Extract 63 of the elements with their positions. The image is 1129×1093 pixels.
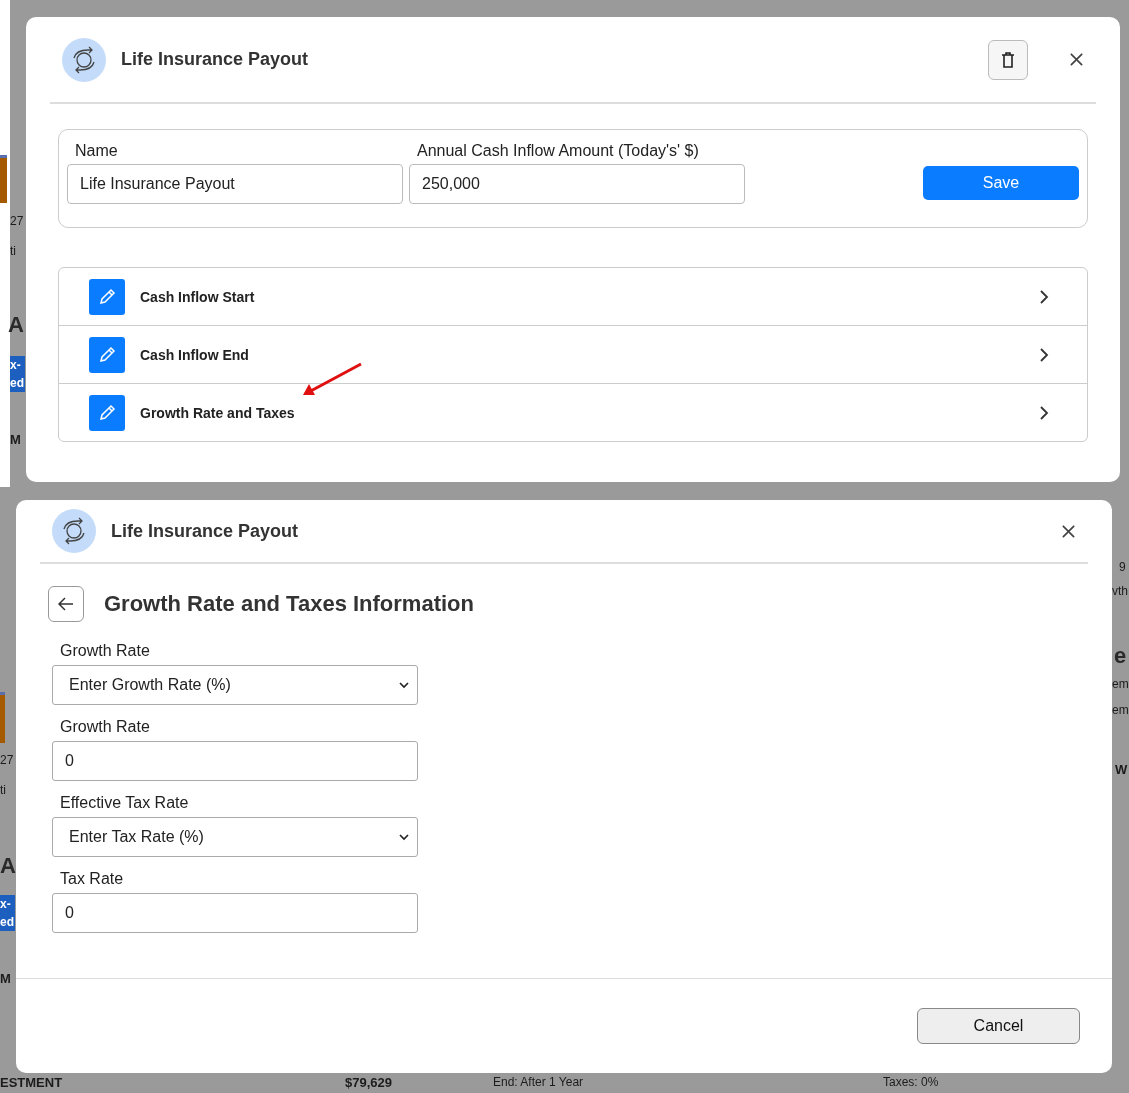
caret-icon <box>399 681 409 689</box>
section-row[interactable]: Cash Inflow End <box>59 326 1087 384</box>
close-icon[interactable] <box>1069 52 1084 67</box>
background-badge: x- ed <box>0 895 15 931</box>
dropdown[interactable]: Enter Growth Rate (%) <box>52 665 418 705</box>
section-heading: Growth Rate and Taxes Information <box>104 591 474 617</box>
trash-icon <box>1000 50 1016 69</box>
section-row[interactable]: Cash Inflow Start <box>59 268 1087 326</box>
input-field[interactable]: 250,000 <box>409 164 745 204</box>
background-text: M <box>10 432 21 447</box>
back-arrow-icon <box>58 597 74 611</box>
input-field[interactable]: 0 <box>52 893 418 933</box>
dialog-title: Life Insurance Payout <box>111 520 300 542</box>
background-text: vth <box>1112 584 1128 598</box>
input-field[interactable]: Life Insurance Payout <box>67 164 403 204</box>
money-exchange-icon <box>52 509 96 553</box>
background-text: Taxes: 0% <box>883 1075 939 1089</box>
money-exchange-icon <box>62 37 106 82</box>
field-label: Effective Tax Rate <box>59 794 190 812</box>
back-button[interactable] <box>48 586 84 622</box>
close-icon[interactable] <box>1061 523 1076 539</box>
edit-button[interactable] <box>89 278 125 315</box>
field-label: Annual Cash Inflow Amount (Today's' $) <box>416 142 700 160</box>
background-badge: x- ed <box>10 356 25 392</box>
pencil-icon <box>98 345 116 364</box>
background-text: e <box>1114 643 1127 669</box>
background-text: $79,629 <box>345 1075 392 1090</box>
section-label: Cash Inflow End <box>140 346 250 363</box>
field-label: Tax Rate <box>59 870 125 888</box>
background-text: End: After 1 Year <box>493 1075 584 1089</box>
chart-bar <box>0 155 7 203</box>
chevron-right-icon <box>1039 346 1049 363</box>
field-label: Growth Rate <box>59 718 151 736</box>
delete-button[interactable] <box>988 39 1028 80</box>
edit-button[interactable] <box>89 336 125 373</box>
dialog-title: Life Insurance Payout <box>121 49 310 70</box>
section-label: Cash Inflow Start <box>140 288 256 305</box>
background-text: M <box>0 971 11 986</box>
background-text: ti <box>10 244 16 258</box>
section-label: Growth Rate and Taxes <box>140 404 296 421</box>
background-text: A <box>0 853 16 879</box>
dropdown[interactable]: Enter Tax Rate (%) <box>52 817 418 857</box>
section-row[interactable]: Growth Rate and Taxes <box>59 384 1087 441</box>
edit-button[interactable] <box>89 394 125 431</box>
background-text: ESTMENT <box>0 1075 63 1090</box>
cancel-button[interactable]: Cancel <box>917 1008 1080 1044</box>
background-text: em <box>1112 677 1129 691</box>
field-label: Name <box>74 142 119 160</box>
field-label: Growth Rate <box>59 642 151 660</box>
chevron-right-icon <box>1039 404 1049 421</box>
pencil-icon <box>98 287 116 306</box>
background-text: em <box>1112 703 1129 717</box>
background-text: W <box>1115 762 1128 777</box>
input-field[interactable]: 0 <box>52 741 418 781</box>
background-text: 9 <box>1119 560 1126 574</box>
pencil-icon <box>98 403 116 422</box>
background-text: ti <box>0 783 6 797</box>
background-text: 27 <box>0 753 14 767</box>
caret-icon <box>399 833 409 841</box>
chart-bar <box>0 692 5 743</box>
save-button[interactable]: Save <box>923 166 1079 200</box>
background-text: 27 <box>10 214 24 228</box>
chevron-right-icon <box>1039 288 1049 305</box>
